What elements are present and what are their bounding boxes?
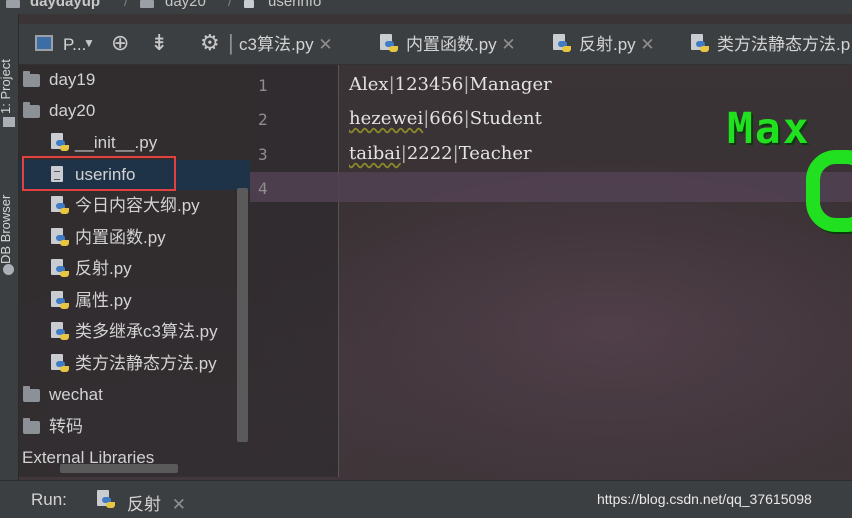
folder-icon [6,0,20,8]
locate-target-icon[interactable]: ⊕ [111,30,129,56]
code-line[interactable]: Alex|123456|Manager [349,74,552,95]
tree-item[interactable]: 今日内容大纲.py [19,191,250,221]
run-tool-bar: Run: 反射 ✕ https://blog.csdn.net/qq_37615… [0,480,852,518]
tree-item-label: 属性.py [75,291,132,310]
editor-tab-reflection[interactable]: 反射.py ✕ [553,24,655,64]
tree-item-label: 内置函数.py [75,228,166,247]
python-file-icon [51,322,69,342]
tree-item-label: __init__.py [75,133,158,152]
close-icon[interactable]: ✕ [501,35,515,54]
file-icon [244,0,254,8]
highlight-box [22,156,176,191]
folder-icon [140,0,154,8]
chevron-down-icon[interactable]: ▼ [83,36,95,50]
python-file-icon [553,34,571,54]
python-file-icon [691,34,709,54]
breadcrumb-file[interactable]: userinfo [268,0,321,9]
background-art-shape [806,150,852,232]
horizontal-scrollbar[interactable] [60,464,178,473]
folder-icon [23,418,40,434]
project-tool-tab-label: 1: Project [0,59,13,114]
tree-item-label: 反射.py [75,259,132,278]
line-number: 3 [258,145,268,164]
watermark: https://blog.csdn.net/qq_37615098 [597,491,812,507]
close-icon[interactable]: ✕ [640,35,654,54]
python-file-icon [380,34,398,54]
breadcrumb-project[interactable]: daydayup [30,0,100,9]
background-art-text: Max [727,104,811,154]
python-file-icon [51,259,69,279]
tree-item[interactable]: 转码 [19,412,250,442]
tree-item[interactable]: day20 [19,96,250,126]
tree-item-label: 转码 [49,417,83,436]
tree-item[interactable]: day19 [19,65,250,95]
tree-item-label: 类多继承c3算法.py [75,322,218,341]
tree-item[interactable]: 内置函数.py [19,223,250,253]
line-number: 4 [258,179,268,198]
line-number: 1 [258,76,268,95]
editor-tab-c3[interactable]: c3算法.py ✕ [239,24,333,64]
current-line-highlight [250,172,852,202]
tool-window-strip: 1: Project DB Browser [0,14,19,480]
tree-item[interactable]: 类多继承c3算法.py [19,317,250,347]
breadcrumb-folder[interactable]: day20 [165,0,206,9]
tree-item[interactable]: __init__.py [19,128,250,158]
db-browser-tab-label: DB Browser [0,194,13,264]
tree-item-label: day20 [49,101,96,120]
collapse-all-icon[interactable]: ⇟ [150,30,168,56]
python-file-icon [51,228,69,248]
run-label: Run: [31,490,67,509]
tree-item[interactable]: 类方法静态方法.py [19,349,250,379]
python-file-icon [51,133,69,153]
close-icon[interactable]: ✕ [172,495,186,514]
tree-item[interactable]: 反射.py [19,254,250,284]
folder-icon [23,386,40,402]
folder-icon [3,117,15,127]
code-line[interactable]: taibai|2222|Teacher [349,143,532,164]
project-view-icon [35,35,53,51]
run-tab[interactable]: 反射 ✕ [97,490,186,515]
folder-icon [23,102,40,118]
tree-item[interactable]: 属性.py [19,286,250,316]
tree-item-label: day19 [49,70,96,89]
tree-item-label: 类方法静态方法.py [75,354,217,373]
vertical-scrollbar[interactable] [237,188,248,442]
tree-item[interactable]: wechat [19,380,250,410]
gear-icon[interactable]: ⚙ [200,30,220,56]
database-icon [3,264,14,275]
close-icon[interactable]: ✕ [318,35,332,54]
python-file-icon [97,490,115,510]
line-number: 2 [258,110,268,129]
python-file-icon [51,196,69,216]
code-line[interactable]: hezewei|666|Student [349,108,542,129]
editor-tab-classmethod[interactable]: 类方法静态方法.p [691,24,850,64]
tree-item-label: wechat [49,385,103,404]
python-file-icon [51,354,69,374]
separator-icon: | [228,30,234,55]
folder-icon [23,71,40,87]
tree-item-label: 今日内容大纲.py [75,196,200,215]
db-browser-tab[interactable]: DB Browser [0,195,18,364]
python-file-icon [51,291,69,311]
breadcrumb: daydayup / day20 / userinfo [0,0,852,14]
editor-tab-builtins[interactable]: 内置函数.py ✕ [380,24,516,64]
editor-tab-bar: ⚙ | c3算法.py ✕ 内置函数.py ✕ 反射.py ✕ 类方法静态方法.… [200,24,852,65]
